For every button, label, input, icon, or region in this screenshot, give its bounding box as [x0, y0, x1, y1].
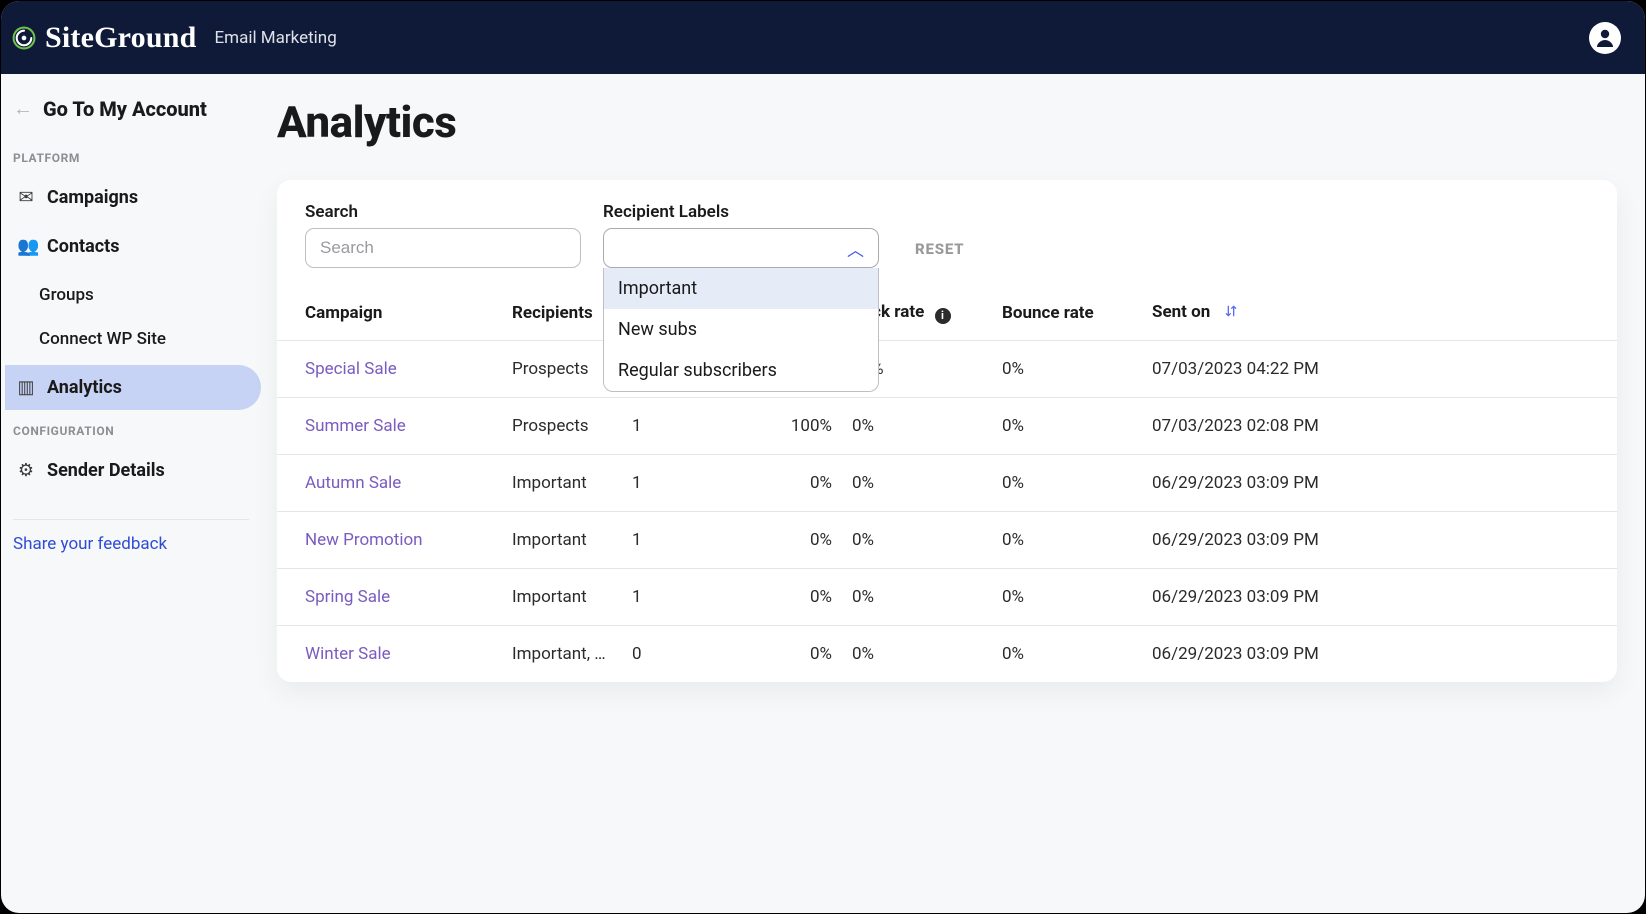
- col-bounce-rate[interactable]: Bounce rate: [992, 286, 1142, 341]
- campaign-link[interactable]: Summer Sale: [305, 416, 406, 436]
- dropdown-option-regular-subscribers[interactable]: Regular subscribers: [604, 350, 878, 391]
- dropdown-option-important[interactable]: Important: [604, 268, 878, 309]
- cell-count: 1: [622, 569, 692, 626]
- cell-sent-on: 06/29/2023 03:09 PM: [1142, 626, 1617, 683]
- account-avatar-button[interactable]: [1589, 22, 1621, 54]
- recipient-labels-field: Recipient Labels ︿ Important New subs Re…: [603, 202, 879, 268]
- cell-sent-on: 06/29/2023 03:09 PM: [1142, 455, 1617, 512]
- cell-open-rate: 0%: [692, 626, 842, 683]
- table-row: Summer SaleProspects1100%0%0%07/03/2023 …: [277, 398, 1617, 455]
- sidebar-item-label: Contacts: [47, 236, 119, 257]
- share-feedback-link[interactable]: Share your feedback: [1, 534, 261, 554]
- search-input[interactable]: [305, 228, 581, 268]
- cell-sent-on: 07/03/2023 04:22 PM: [1142, 341, 1617, 398]
- divider: [13, 519, 249, 520]
- cell-recipients: Important: [502, 512, 622, 569]
- sidebar: ← Go To My Account PLATFORM ✉ Campaigns …: [1, 74, 261, 913]
- gear-icon: ⚙: [17, 460, 35, 481]
- col-sent-on-label: Sent on: [1152, 302, 1210, 322]
- cell-click-rate: 0%: [842, 626, 992, 683]
- info-icon[interactable]: i: [935, 308, 951, 324]
- search-label: Search: [305, 202, 581, 222]
- section-label-platform: PLATFORM: [1, 141, 261, 171]
- reset-button[interactable]: RESET: [915, 240, 964, 268]
- cell-count: 1: [622, 455, 692, 512]
- table-row: New PromotionImportant10%0%0%06/29/2023 …: [277, 512, 1617, 569]
- cell-sent-on: 06/29/2023 03:09 PM: [1142, 569, 1617, 626]
- table-row: Autumn SaleImportant10%0%0%06/29/2023 03…: [277, 455, 1617, 512]
- sidebar-item-groups[interactable]: Groups: [1, 273, 261, 317]
- cell-open-rate: 0%: [692, 569, 842, 626]
- analytics-table: Campaign Recipients ate Click rate i Bou…: [277, 286, 1617, 682]
- campaign-link[interactable]: Spring Sale: [305, 587, 390, 607]
- chevron-up-icon: ︿: [847, 236, 864, 261]
- recipient-labels-dropdown: Important New subs Regular subscribers: [603, 268, 879, 392]
- cell-bounce-rate: 0%: [992, 398, 1142, 455]
- recipient-labels-label: Recipient Labels: [603, 202, 879, 222]
- cell-click-rate: 0%: [842, 512, 992, 569]
- main-content: Analytics Search Recipient Labels ︿: [261, 74, 1645, 913]
- product-name: Email Marketing: [215, 28, 337, 48]
- sidebar-item-campaigns[interactable]: ✉ Campaigns: [5, 175, 261, 220]
- sidebar-item-connect-wp[interactable]: Connect WP Site: [1, 317, 261, 361]
- section-label-config: CONFIGURATION: [1, 414, 261, 444]
- swirl-icon: [11, 25, 37, 51]
- cell-click-rate: 0%: [842, 398, 992, 455]
- table-header-row: Campaign Recipients ate Click rate i Bou…: [277, 286, 1617, 341]
- brand-name: SiteGround: [45, 21, 197, 55]
- sidebar-item-label: Groups: [39, 285, 94, 305]
- topbar: SiteGround Email Marketing: [1, 1, 1645, 74]
- table-row: Spring SaleImportant10%0%0%06/29/2023 03…: [277, 569, 1617, 626]
- mail-icon: ✉: [17, 187, 35, 208]
- bar-chart-icon: ▥: [17, 377, 35, 398]
- cell-bounce-rate: 0%: [992, 512, 1142, 569]
- brand-logo[interactable]: SiteGround: [11, 21, 197, 55]
- dropdown-option-new-subs[interactable]: New subs: [604, 309, 878, 350]
- search-field: Search: [305, 202, 581, 268]
- cell-bounce-rate: 0%: [992, 341, 1142, 398]
- sidebar-item-label: Analytics: [47, 377, 122, 398]
- cell-open-rate: 100%: [692, 398, 842, 455]
- cell-count: 1: [622, 512, 692, 569]
- go-to-account-link[interactable]: ← Go To My Account: [1, 96, 261, 141]
- table-row: Winter SaleImportant, Very…00%0%0%06/29/…: [277, 626, 1617, 683]
- sidebar-item-label: Connect WP Site: [39, 329, 166, 349]
- cell-open-rate: 0%: [692, 455, 842, 512]
- col-sent-on[interactable]: Sent on: [1142, 286, 1617, 341]
- campaign-link[interactable]: Autumn Sale: [305, 473, 401, 493]
- table-row: Special SaleProspects50%0%07/03/2023 04:…: [277, 341, 1617, 398]
- sidebar-item-analytics[interactable]: ▥ Analytics: [5, 365, 261, 410]
- cell-bounce-rate: 0%: [992, 569, 1142, 626]
- cell-recipients: Important: [502, 455, 622, 512]
- cell-bounce-rate: 0%: [992, 626, 1142, 683]
- sidebar-item-label: Sender Details: [47, 460, 165, 481]
- campaign-link[interactable]: Special Sale: [305, 359, 397, 379]
- cell-sent-on: 06/29/2023 03:09 PM: [1142, 512, 1617, 569]
- go-to-account-label: Go To My Account: [43, 97, 207, 121]
- recipient-labels-select[interactable]: ︿: [603, 228, 879, 268]
- cell-bounce-rate: 0%: [992, 455, 1142, 512]
- cell-recipients: Important: [502, 569, 622, 626]
- campaign-link[interactable]: New Promotion: [305, 530, 423, 550]
- people-icon: 👥: [17, 236, 35, 257]
- cell-sent-on: 07/03/2023 02:08 PM: [1142, 398, 1617, 455]
- cell-count: 0: [622, 626, 692, 683]
- col-campaign[interactable]: Campaign: [277, 286, 502, 341]
- cell-recipients: Prospects: [502, 398, 622, 455]
- cell-recipients: Important, Very…: [502, 626, 622, 683]
- cell-count: 1: [622, 398, 692, 455]
- cell-click-rate: 0%: [842, 569, 992, 626]
- cell-click-rate: 0%: [842, 455, 992, 512]
- cell-open-rate: 0%: [692, 512, 842, 569]
- arrow-left-icon: ←: [13, 96, 33, 121]
- sort-icon[interactable]: [1223, 303, 1239, 324]
- campaign-link[interactable]: Winter Sale: [305, 644, 391, 664]
- sidebar-item-sender-details[interactable]: ⚙ Sender Details: [5, 448, 261, 493]
- user-icon: [1593, 26, 1617, 50]
- sidebar-item-label: Campaigns: [47, 187, 138, 208]
- page-title: Analytics: [277, 96, 1617, 148]
- analytics-panel: Search Recipient Labels ︿ Important New …: [277, 180, 1617, 682]
- sidebar-item-contacts[interactable]: 👥 Contacts: [5, 224, 261, 269]
